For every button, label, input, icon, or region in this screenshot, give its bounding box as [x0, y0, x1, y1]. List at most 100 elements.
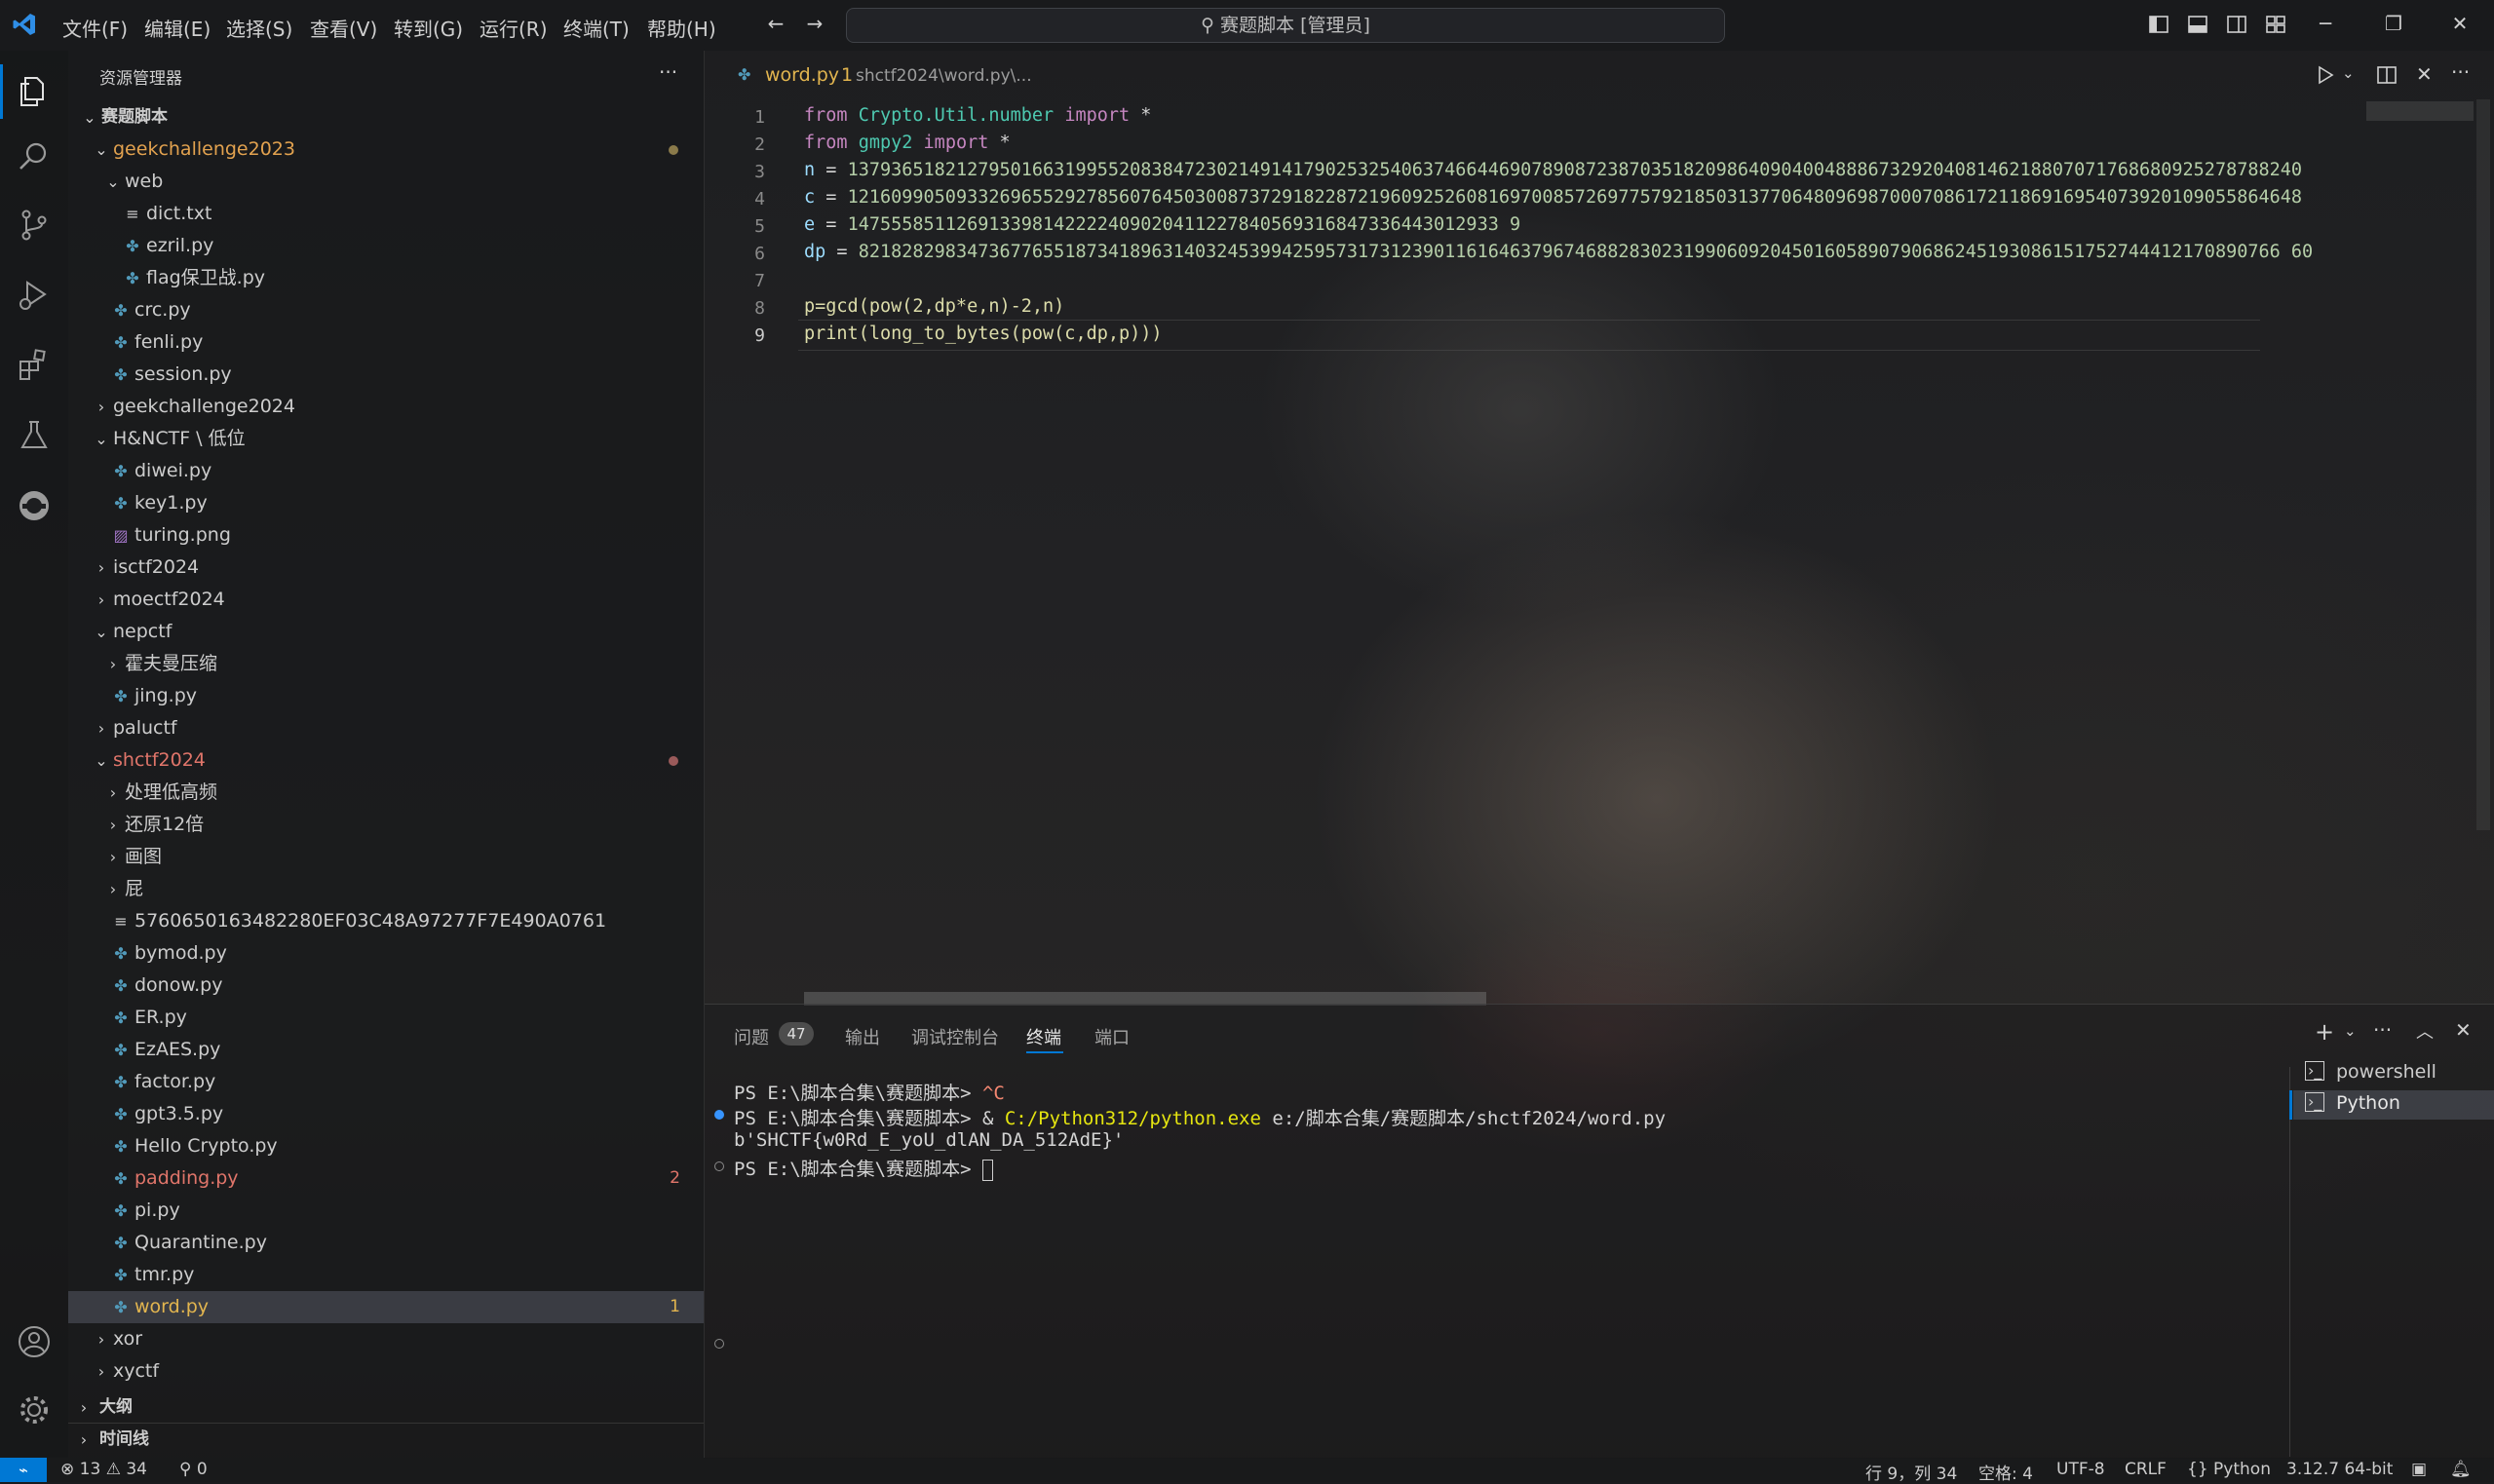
- code-line-2[interactable]: from gmpy2 import *: [804, 133, 2354, 153]
- file-item-flag-py[interactable]: ✤ flag保卫战.py: [68, 262, 704, 294]
- menu-selection[interactable]: 选择(S): [226, 14, 292, 42]
- explorer-more-actions[interactable]: ···: [659, 60, 677, 84]
- file-item-bymod-py[interactable]: ✤ bymod.py: [68, 937, 704, 970]
- minimize-icon[interactable]: ─: [2314, 12, 2337, 35]
- file-item-dict-txt[interactable]: ≡ dict.txt: [68, 198, 704, 230]
- file-item-donow-py[interactable]: ✤ donow.py: [68, 970, 704, 1002]
- folder-item-item[interactable]: ⌄ 赛题脚本: [68, 101, 704, 133]
- split-editor-icon[interactable]: [2376, 64, 2398, 86]
- close-panel-icon[interactable]: ✕: [2455, 1018, 2472, 1042]
- forward-arrow-icon[interactable]: →: [803, 12, 826, 35]
- file-item-tmr-py[interactable]: ✤ tmr.py: [68, 1259, 704, 1291]
- command-center-search[interactable]: ⚲ 赛题脚本 [管理员]: [846, 8, 1725, 43]
- menu-help[interactable]: 帮助(H): [647, 14, 716, 42]
- folder-item-xyctf[interactable]: › xyctf: [68, 1355, 704, 1388]
- tab-terminal[interactable]: 终端: [1026, 1024, 1061, 1049]
- cursor-position[interactable]: 行 9，列 34: [1865, 1460, 1957, 1484]
- new-terminal-plus-icon[interactable]: +: [2315, 1018, 2334, 1046]
- back-arrow-icon[interactable]: ←: [764, 12, 787, 35]
- remote-indicator-icon[interactable]: ⌁: [0, 1458, 47, 1482]
- line-ending[interactable]: CRLF: [2125, 1460, 2167, 1479]
- close-window-icon[interactable]: ✕: [2448, 12, 2472, 35]
- menu-file[interactable]: 文件(F): [62, 14, 128, 42]
- outline-section[interactable]: › 大纲: [68, 1391, 704, 1424]
- search-icon[interactable]: [16, 138, 53, 175]
- folder-item-isctf2024[interactable]: › isctf2024: [68, 552, 704, 584]
- folder-item-web[interactable]: ⌄ web: [68, 166, 704, 198]
- source-control-icon[interactable]: [16, 207, 53, 244]
- terminal-list-item-python[interactable]: ›_ Python: [2293, 1090, 2494, 1120]
- file-item-hello-crypto-py[interactable]: ✤ Hello Crypto.py: [68, 1130, 704, 1162]
- tab-ports[interactable]: 端口: [1094, 1024, 1130, 1049]
- file-item-jing-py[interactable]: ✤ jing.py: [68, 680, 704, 712]
- run-debug-icon[interactable]: [16, 277, 53, 314]
- folder-item-shctf2024[interactable]: ⌄ shctf2024: [68, 744, 704, 777]
- code-line-4[interactable]: c = 121609905093326965529278560764503008…: [804, 187, 2354, 208]
- code-line-5[interactable]: e = 147555851126913398142222409020411227…: [804, 214, 2354, 235]
- folder-item-item[interactable]: › 处理低高频: [68, 777, 704, 809]
- file-item-key1-py[interactable]: ✤ key1.py: [68, 487, 704, 519]
- notifications-bell-icon[interactable]: 🔔︎: [2450, 1460, 2472, 1479]
- file-item-padding-py[interactable]: ✤ padding.py 2: [68, 1162, 704, 1195]
- file-item-er-py[interactable]: ✤ ER.py: [68, 1002, 704, 1034]
- explorer-icon[interactable]: [16, 72, 53, 109]
- menu-view[interactable]: 查看(V): [310, 14, 377, 42]
- command-decoration[interactable]: [714, 1161, 724, 1171]
- file-item-factor-py[interactable]: ✤ factor.py: [68, 1066, 704, 1098]
- folder-item-xor[interactable]: › xor: [68, 1323, 704, 1355]
- run-file-icon[interactable]: [2315, 64, 2336, 86]
- tab-word-py[interactable]: ✤ word.py 1 shctf2024\word.py\...: [705, 51, 1055, 99]
- menu-go[interactable]: 转到(G): [394, 14, 463, 42]
- python-interpreter[interactable]: 3.12.7 64-bit: [2286, 1460, 2393, 1479]
- minimap[interactable]: [2366, 101, 2474, 121]
- vertical-scrollbar[interactable]: [2476, 99, 2490, 830]
- command-decoration[interactable]: [714, 1339, 724, 1349]
- folder-item-item[interactable]: › 霍夫曼压缩: [68, 648, 704, 680]
- ports-status[interactable]: ⚲ 0: [179, 1460, 208, 1479]
- indentation[interactable]: 空格: 4: [1978, 1460, 2033, 1484]
- file-item-fenli-py[interactable]: ✤ fenli.py: [68, 326, 704, 359]
- extensions-icon[interactable]: [16, 347, 53, 384]
- code-line-9[interactable]: print(long_to_bytes(pow(c,dp,p))): [804, 323, 2354, 344]
- accounts-icon[interactable]: [16, 1323, 53, 1360]
- maximize-panel-chevron-icon[interactable]: ︿: [2416, 1018, 2434, 1044]
- code-line-1[interactable]: from Crypto.Util.number import *: [804, 105, 2354, 126]
- folder-item-12[interactable]: › 还原12倍: [68, 809, 704, 841]
- file-item-5760650163482280ef03c48a97277f7e490a0761[interactable]: ≡ 5760650163482280EF03C48A97277F7E490A076…: [68, 905, 704, 937]
- close-editor-icon[interactable]: ✕: [2416, 62, 2433, 86]
- toggle-secondary-sidebar-icon[interactable]: [2226, 14, 2247, 35]
- encoding[interactable]: UTF-8: [2056, 1460, 2105, 1479]
- code-line-8[interactable]: p=gcd(pow(2,dp*e,n)-2,n): [804, 296, 2354, 317]
- file-item-turing-png[interactable]: ▨ turing.png: [68, 519, 704, 552]
- remote-explorer-icon[interactable]: [16, 487, 53, 524]
- testing-flask-icon[interactable]: [16, 417, 53, 454]
- restore-icon[interactable]: ❐: [2382, 12, 2405, 35]
- language-mode[interactable]: {} Python: [2187, 1460, 2271, 1479]
- settings-gear-icon[interactable]: [16, 1391, 53, 1428]
- customize-layout-icon[interactable]: [2265, 14, 2286, 35]
- file-item-quarantine-py[interactable]: ✤ Quarantine.py: [68, 1227, 704, 1259]
- code-editor[interactable]: 1 2 3 4 5 6 7 8 9 from Crypto.Util.number import…: [705, 99, 2494, 1006]
- command-success-decoration[interactable]: [714, 1110, 724, 1120]
- terminal-dropdown-chevron-icon[interactable]: ⌄: [2344, 1022, 2357, 1040]
- menu-terminal[interactable]: 终端(T): [563, 14, 630, 42]
- folder-item-item[interactable]: › 画图: [68, 841, 704, 873]
- folder-item-geekchallenge2023[interactable]: ⌄ geekchallenge2023: [68, 133, 704, 166]
- toggle-panel-icon[interactable]: [2187, 14, 2208, 35]
- panel-more-actions-icon[interactable]: ···: [2373, 1018, 2392, 1042]
- timeline-section[interactable]: › 时间线: [68, 1423, 704, 1456]
- menu-run[interactable]: 运行(R): [480, 14, 548, 42]
- folder-item-geekchallenge2024[interactable]: › geekchallenge2024: [68, 391, 704, 423]
- file-item-pi-py[interactable]: ✤ pi.py: [68, 1195, 704, 1227]
- folder-item-nepctf[interactable]: ⌄ nepctf: [68, 616, 704, 648]
- file-item-gpt3-5-py[interactable]: ✤ gpt3.5.py: [68, 1098, 704, 1130]
- code-line-3[interactable]: n = 137936518212795016631995520838472302…: [804, 160, 2354, 180]
- file-item-diwei-py[interactable]: ✤ diwei.py: [68, 455, 704, 487]
- run-dropdown-chevron-icon[interactable]: ⌄: [2342, 64, 2355, 82]
- toggle-primary-sidebar-icon[interactable]: [2148, 14, 2169, 35]
- editor-more-actions-icon[interactable]: ···: [2451, 60, 2470, 84]
- tab-debug-console[interactable]: 调试控制台: [911, 1024, 999, 1049]
- folder-item-moectf2024[interactable]: › moectf2024: [68, 584, 704, 616]
- file-item-session-py[interactable]: ✤ session.py: [68, 359, 704, 391]
- copilot-icon[interactable]: ▣: [2411, 1460, 2427, 1479]
